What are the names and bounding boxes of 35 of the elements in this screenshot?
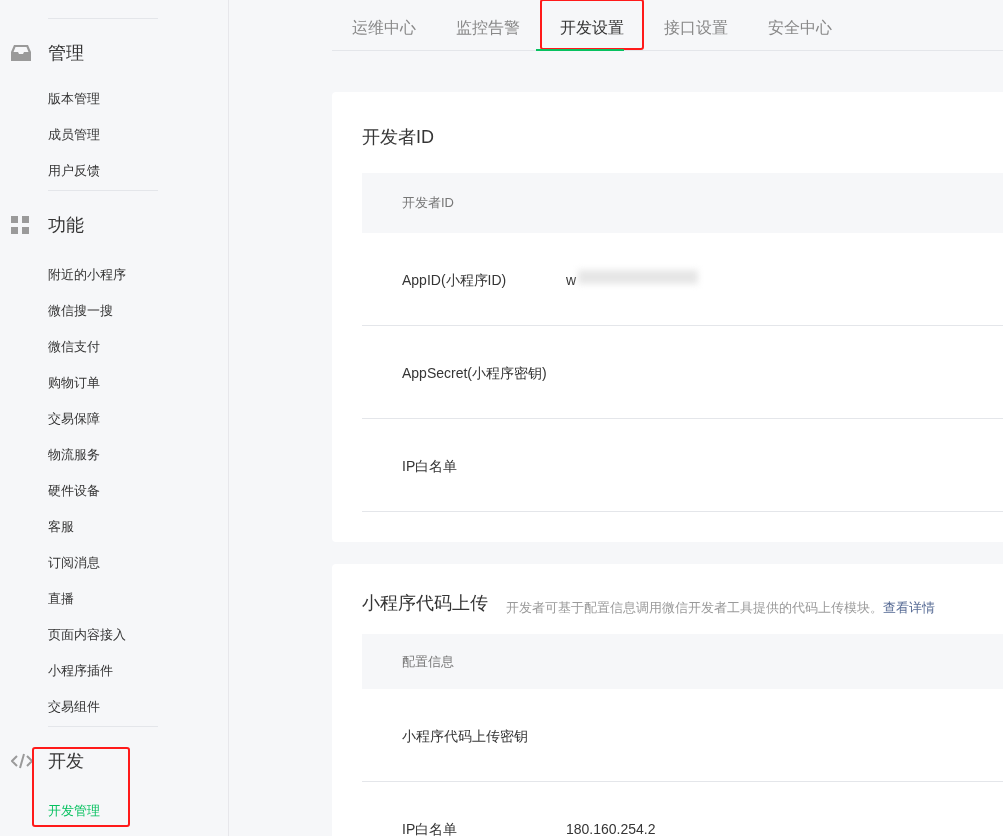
card-description: 开发者可基于配置信息调用微信开发者工具提供的代码上传模块。查看详情 [506, 599, 935, 617]
sidebar-item[interactable]: 直播 [48, 590, 74, 608]
row-label: AppSecret(小程序密钥) [402, 364, 548, 383]
sidebar-item[interactable]: 版本管理 [48, 90, 100, 108]
sidebar-item[interactable]: 成员管理 [48, 126, 100, 144]
sidebar-item[interactable]: 小程序插件 [48, 662, 113, 680]
code-icon [11, 753, 33, 769]
sidebar-item[interactable]: 客服 [48, 518, 74, 536]
row-label: 小程序代码上传密钥 [402, 727, 529, 746]
tray-icon [11, 45, 31, 61]
row-label: IP白名单 [402, 820, 459, 836]
sidebar-item[interactable]: 订阅消息 [48, 554, 100, 572]
section-title: 功能 [48, 213, 84, 237]
card-title: 开发者ID [362, 126, 434, 149]
row-value: 180.160.254.2 [566, 820, 656, 836]
table-header: 配置信息 [362, 634, 1003, 689]
sidebar-item[interactable]: 微信搜一搜 [48, 302, 113, 320]
row-value: w [566, 271, 577, 290]
section-title: 开发 [48, 749, 84, 773]
sidebar-item[interactable]: 硬件设备 [48, 482, 100, 500]
row-label: AppID(小程序ID) [402, 271, 508, 290]
row-label: IP白名单 [402, 457, 459, 476]
grid-icon [11, 216, 29, 234]
sidebar-item[interactable]: 用户反馈 [48, 162, 100, 180]
card-title: 小程序代码上传 [362, 592, 488, 615]
details-link[interactable]: 查看详情 [883, 600, 935, 615]
section-title: 管理 [48, 41, 84, 65]
table-header: 开发者ID [362, 173, 1003, 233]
sidebar-item[interactable]: 交易保障 [48, 410, 100, 428]
sidebar-item[interactable]: 附近的小程序 [48, 266, 126, 284]
sidebar-item[interactable]: 购物订单 [48, 374, 100, 392]
sidebar-item[interactable]: 物流服务 [48, 446, 100, 464]
sidebar-item[interactable]: 微信支付 [48, 338, 100, 356]
sidebar-item[interactable]: 页面内容接入 [48, 626, 126, 644]
sidebar-item[interactable]: 交易组件 [48, 698, 100, 716]
